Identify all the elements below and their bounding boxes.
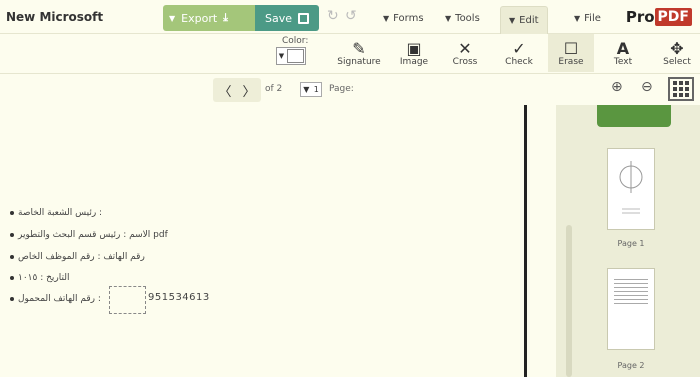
chevron-down-icon: ▼ bbox=[445, 13, 452, 23]
tool-check[interactable]: ✓ Check bbox=[499, 34, 539, 72]
export-button[interactable]: ▼ Export ⤓ bbox=[163, 5, 255, 31]
tab-forms[interactable]: ▼ Forms bbox=[375, 5, 432, 31]
logo-pro-text: Pro bbox=[625, 8, 655, 26]
bullet-icon bbox=[10, 255, 14, 259]
signature-icon: ✎ bbox=[352, 38, 366, 58]
zoom-out-icon[interactable]: ⊖ bbox=[641, 79, 653, 95]
tool-select[interactable]: ✥ Select bbox=[657, 34, 697, 72]
image-icon: ▣ bbox=[406, 38, 422, 58]
cross-icon: ✕ bbox=[458, 38, 472, 58]
tab-file-label: File bbox=[584, 12, 601, 24]
sidebar-scrollbar[interactable] bbox=[566, 225, 572, 377]
chevron-down-icon: ▼ bbox=[278, 52, 285, 60]
page-thumbnail-1-label: Page 1 bbox=[617, 239, 645, 248]
checkmark-icon: ✓ bbox=[512, 38, 526, 58]
tool-cross[interactable]: ✕ Cross bbox=[445, 34, 485, 72]
canvas-divider bbox=[524, 105, 527, 377]
document-line[interactable]: رقم الهاتف : رقم الموظف الخاص bbox=[10, 252, 145, 262]
text-icon: A bbox=[616, 38, 630, 58]
document-line-text: رئيس الشعبة الخاصة : bbox=[18, 208, 103, 218]
move-arrows-icon: ✥ bbox=[670, 38, 684, 58]
tab-file[interactable]: ▼ File bbox=[566, 5, 609, 31]
tool-erase-label: Erase bbox=[558, 56, 584, 67]
tab-tools[interactable]: ▼ Tools bbox=[437, 5, 488, 31]
document-line[interactable]: رقم الهاتف المحمول : bbox=[10, 294, 101, 304]
chevron-down-icon: ▼ bbox=[303, 85, 310, 94]
document-title: New Microsoft bbox=[6, 10, 104, 24]
page-nav-buttons: 〈 〉 bbox=[213, 78, 261, 102]
tab-forms-label: Forms bbox=[393, 12, 424, 24]
color-swatch bbox=[287, 49, 304, 63]
document-line[interactable]: الاسم : رئيس قسم البحث والتطوير pdf bbox=[10, 230, 168, 240]
chevron-down-icon: ▼ bbox=[169, 13, 176, 23]
chevron-down-icon: ▼ bbox=[509, 16, 516, 25]
document-canvas[interactable] bbox=[0, 105, 524, 377]
floppy-disk-icon bbox=[298, 12, 309, 24]
bullet-icon bbox=[10, 211, 14, 215]
page-count-text: of 2 bbox=[265, 84, 283, 94]
tool-text[interactable]: A Text bbox=[603, 34, 643, 72]
color-label: Color: bbox=[282, 36, 309, 46]
current-page-value: 1 bbox=[313, 85, 319, 94]
document-line[interactable]: التاريخ : ١٠١٥ bbox=[10, 273, 69, 283]
download-icon: ⤓ bbox=[223, 11, 229, 24]
chevron-down-icon: ▼ bbox=[574, 13, 581, 23]
phone-number: 951534613 bbox=[148, 292, 210, 303]
zoom-in-icon[interactable]: ⊕ bbox=[611, 79, 623, 95]
bullet-icon bbox=[10, 276, 14, 280]
eraser-square-icon: ☐ bbox=[563, 38, 579, 58]
export-label: Export bbox=[181, 11, 218, 25]
tool-image-label: Image bbox=[399, 56, 429, 67]
page-thumbnail-preview bbox=[619, 161, 643, 214]
tool-text-label: Text bbox=[613, 56, 633, 67]
tool-cross-label: Cross bbox=[452, 56, 478, 67]
redo-icon[interactable]: ↻ bbox=[327, 8, 339, 24]
bullet-icon bbox=[10, 233, 14, 237]
tab-tools-label: Tools bbox=[455, 12, 480, 24]
save-label: Save bbox=[264, 11, 292, 25]
tool-erase[interactable]: ☐ Erase bbox=[548, 34, 594, 72]
page-thumbnail-2-label: Page 2 bbox=[617, 361, 645, 370]
tool-check-label: Check bbox=[505, 56, 533, 67]
tab-edit[interactable]: ▼ Edit bbox=[500, 6, 548, 34]
logo-pdf-text: PDF bbox=[654, 8, 692, 26]
chevron-down-icon: ▼ bbox=[383, 13, 390, 23]
page-thumbnail-2[interactable] bbox=[607, 268, 655, 350]
grid-view-icon[interactable] bbox=[668, 77, 694, 101]
tool-signature[interactable]: ✎ Signature bbox=[336, 34, 382, 72]
active-page-thumbnail[interactable] bbox=[597, 105, 671, 127]
app-logo: Pro PDF bbox=[625, 6, 692, 28]
bullet-icon bbox=[10, 297, 14, 301]
chevron-right-icon[interactable]: 〉 bbox=[242, 81, 255, 100]
save-button[interactable]: Save bbox=[255, 5, 319, 31]
page-thumbnail-1[interactable] bbox=[607, 148, 655, 230]
tab-edit-label: Edit bbox=[519, 15, 539, 26]
undo-icon[interactable]: ↺ bbox=[345, 8, 357, 24]
document-line-text: رقم الهاتف المحمول : bbox=[18, 294, 101, 304]
page-label: Page: bbox=[329, 84, 354, 94]
document-line[interactable]: رئيس الشعبة الخاصة : bbox=[10, 208, 102, 218]
document-line-text: رقم الهاتف : رقم الموظف الخاص bbox=[18, 252, 145, 262]
chevron-left-icon[interactable]: 〈 bbox=[218, 81, 231, 100]
document-line-text: التاريخ : ١٠١٥ bbox=[18, 273, 70, 283]
tool-signature-label: Signature bbox=[337, 56, 381, 67]
tool-image[interactable]: ▣ Image bbox=[394, 34, 434, 72]
color-picker[interactable]: ▼ bbox=[276, 47, 306, 65]
page-select[interactable]: ▼ 1 bbox=[300, 82, 322, 97]
tool-select-label: Select bbox=[663, 56, 691, 67]
form-field-box[interactable] bbox=[109, 286, 146, 314]
document-line-text: الاسم : رئيس قسم البحث والتطوير pdf bbox=[18, 230, 168, 240]
